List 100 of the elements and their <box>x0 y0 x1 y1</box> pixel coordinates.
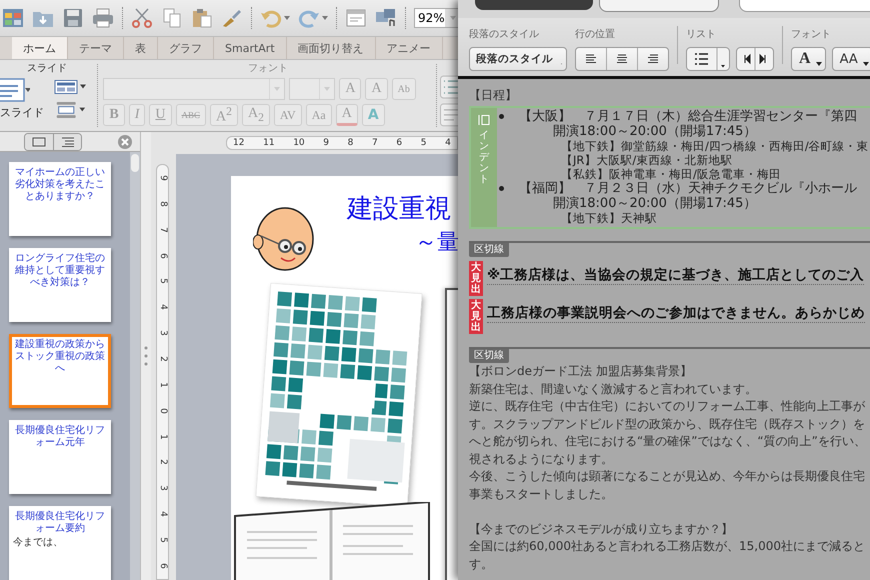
slide-title: 建設重視 <box>347 193 451 226</box>
group-label: フォント <box>248 62 288 74</box>
font-button[interactable]: AA <box>832 47 870 71</box>
segmented-control[interactable] <box>599 0 719 12</box>
headline: ※工務店様は、当協会の規定に基づき、施工店としてのご入 <box>487 261 864 285</box>
ruler-number: 10 <box>293 138 305 148</box>
cartoon-head-drawing <box>253 206 315 272</box>
copy-icon[interactable] <box>161 8 183 28</box>
ruler-number: 5 <box>420 138 427 148</box>
paragraph-line: 全国には約60,000社あると言われる工務店数が、15,000社にまで減ると <box>469 538 866 555</box>
slide-title: ロングライフ住宅の維持として重要視すべき対策は？ <box>14 253 106 289</box>
section-icon[interactable] <box>54 101 86 118</box>
paragraph-line: 事業もスタートしました。 <box>469 486 614 502</box>
slide-title: マイホームの正しい劣化対策を考えたことありますか？ <box>14 167 106 203</box>
paragraph-style-dropdown[interactable]: 段落のスタイル <box>469 47 567 71</box>
undo-icon[interactable] <box>260 8 282 28</box>
divider-tag: 区切線 <box>469 349 509 363</box>
divider-tag: 区切線 <box>469 243 509 257</box>
ruler-number: 7 <box>158 226 168 233</box>
ruler-number: 1 <box>158 382 168 388</box>
media-icon[interactable] <box>375 8 397 28</box>
paragraph-line: 【ボロンdeガード工法 加盟店募集背景】 <box>469 363 693 380</box>
group-label: スライド <box>27 62 68 74</box>
slide-title: ～量 <box>415 229 458 257</box>
gallery-icon[interactable] <box>2 8 24 28</box>
ruler-number: 9 <box>323 138 330 148</box>
ruler-number: 11 <box>263 138 275 148</box>
slide-thumbnail[interactable]: 長期優良住宅化リフォーム要約 今までは、 <box>9 506 111 580</box>
group-label: 行の位置 <box>575 28 616 41</box>
indent-label: インデント <box>479 130 489 185</box>
ruler-number: 6 <box>158 563 168 569</box>
outline-view-button[interactable] <box>53 134 81 150</box>
headline-tag: 大見出 <box>469 261 483 296</box>
ruler-number: 6 <box>158 252 168 258</box>
scrollbar-thumb[interactable] <box>131 154 139 172</box>
ribbon-tab[interactable]: テーマ <box>68 37 124 59</box>
ruler-number: 3 <box>158 330 168 336</box>
font-button[interactable]: A <box>791 47 826 71</box>
ruler-number: 6 <box>396 138 402 148</box>
view-switcher[interactable] <box>24 132 82 150</box>
slide-text: 今までは、 <box>13 536 63 549</box>
paragraph: 【日程】 <box>469 87 518 103</box>
window-icon[interactable] <box>345 8 367 28</box>
ruler-number: 7 <box>372 138 378 148</box>
list-item: 開演18:00～20:00（開場17:45） <box>552 124 758 139</box>
ribbon-tab[interactable]: SmartArt <box>214 37 287 59</box>
bullet-icon <box>499 186 504 191</box>
redo-icon[interactable] <box>298 8 320 28</box>
layout-icon <box>0 78 30 102</box>
paragraph-line: 視されるようになります。 <box>469 450 614 468</box>
ribbon-tab[interactable]: 画面切り替え <box>286 37 376 59</box>
ruler-number: 12 <box>233 138 244 148</box>
ruler-number: 8 <box>158 201 168 207</box>
brush-icon[interactable] <box>221 8 243 28</box>
ribbon-tab[interactable]: グラフ <box>158 37 214 59</box>
layout-icon[interactable] <box>54 78 86 95</box>
indent-buttons-icon[interactable] <box>736 47 774 71</box>
ruler-number: 5 <box>158 537 168 543</box>
save-icon[interactable] <box>62 8 84 28</box>
close-icon[interactable] <box>118 134 132 148</box>
slide-title: 建設重視の政策からストック重視の政策へ <box>14 339 106 375</box>
paragraph-line: す。 <box>469 556 494 572</box>
paragraph-line: 逆に、既存住宅（中古住宅）においてのリフォーム工事、性能向上工事が <box>469 398 866 415</box>
bullet-icon <box>499 114 504 119</box>
list-item: 【地下鉄】天神駅 <box>560 211 658 225</box>
zoom-field[interactable]: 92% <box>414 8 458 28</box>
ruler-number: 3 <box>158 485 168 492</box>
paragraph-line: 新築住宅は、間違いなく激減すると言われています。 <box>469 380 758 398</box>
paragraph-line: 今後、こうした傾向は顕著になることが見込め、今年からは長期優良住宅 <box>469 468 866 485</box>
ribbon-tab[interactable]: アニメー <box>376 37 443 59</box>
headline: 工務店様の事業説明会へのご参加はできません。あらかじめ <box>487 299 865 323</box>
scissors-icon[interactable] <box>131 8 153 28</box>
slide-title: 長期優良住宅化リフォーム元年 <box>14 425 106 449</box>
outline-icon <box>60 136 74 146</box>
slide-thumbnail[interactable]: ロングライフ住宅の維持として重要視すべき対策は？ <box>9 248 111 322</box>
paragraph-line: す。スクラップアンドビルド型の政策から、既存住宅（既存ストック）を <box>469 416 866 432</box>
segmented-control[interactable] <box>475 0 593 10</box>
list-item: 【私鉄】阪神電車・梅田/阪急電車・梅田 <box>560 167 782 181</box>
group-label: リスト <box>686 28 717 41</box>
slide-thumbnail[interactable]: 長期優良住宅化リフォーム元年 <box>9 420 111 494</box>
group-label: フォント <box>791 28 832 41</box>
new-slide-button[interactable]: スライド <box>0 74 44 120</box>
splitter-handle-icon[interactable] <box>144 346 148 366</box>
normal-view-button[interactable] <box>25 134 53 150</box>
ruler-number: 4 <box>445 138 451 148</box>
printer-icon[interactable] <box>92 8 114 28</box>
ruler-number: 1 <box>158 434 168 440</box>
clipboard-icon[interactable] <box>191 8 213 28</box>
ribbon-tab[interactable]: 表 <box>124 37 158 59</box>
ruler-number: 4 <box>158 304 168 310</box>
paragraph-line: へと舵が切られ、住宅における“量の確保”ではなく、“質の向上”を行い、 <box>469 433 867 450</box>
slide-thumbnail[interactable]: マイホームの正しい劣化対策を考えたことありますか？ <box>9 162 111 236</box>
ruler-number: 2 <box>158 356 168 362</box>
indent-icon <box>478 114 490 126</box>
ruler-number: 0 <box>158 408 168 414</box>
ribbon-tab[interactable]: ホーム <box>12 37 68 59</box>
bullet-list-icon[interactable] <box>686 47 730 71</box>
slide-thumbnail[interactable]: 建設重視の政策からストック重視の政策へ <box>9 334 111 408</box>
single-slide-icon <box>32 136 46 146</box>
list-item: 【大阪】 ７月１７日（木）総合生涯学習センター『第四 <box>519 109 857 124</box>
